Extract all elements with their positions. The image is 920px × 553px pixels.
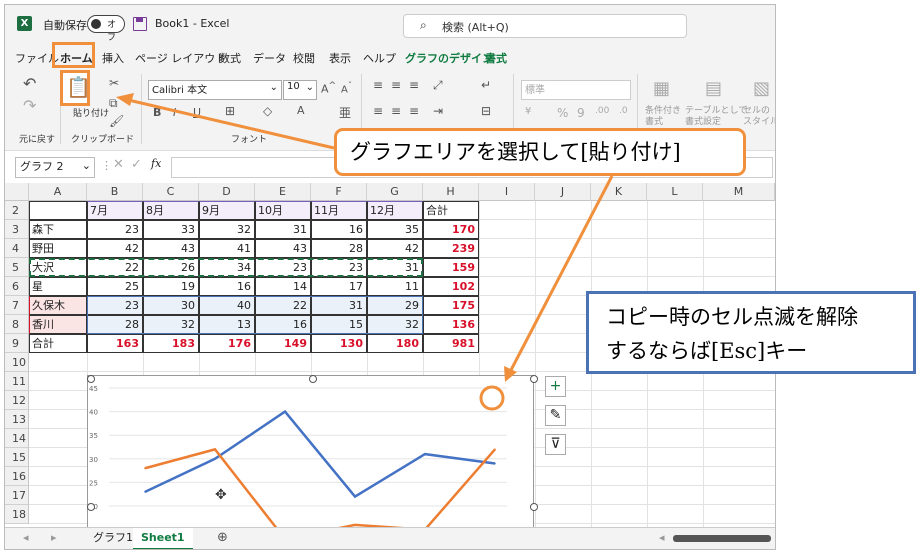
paste-clipboard-icon: 📋	[66, 75, 91, 99]
paste-button-highlight[interactable]: 📋	[60, 70, 91, 106]
annotation-arrows	[116, 93, 614, 411]
target-circle	[479, 385, 505, 411]
arrow-to-paste	[123, 97, 335, 150]
paste-callout: グラフエリアを選択して[貼り付け]	[334, 128, 746, 176]
esc-callout-line2: するならば[Esc]キー	[606, 339, 808, 363]
esc-callout: コピー時のセル点滅を解除 するならば[Esc]キー	[586, 291, 916, 374]
esc-callout-line1: コピー時のセル点滅を解除	[606, 305, 858, 329]
arrow-head-paste	[116, 93, 134, 106]
